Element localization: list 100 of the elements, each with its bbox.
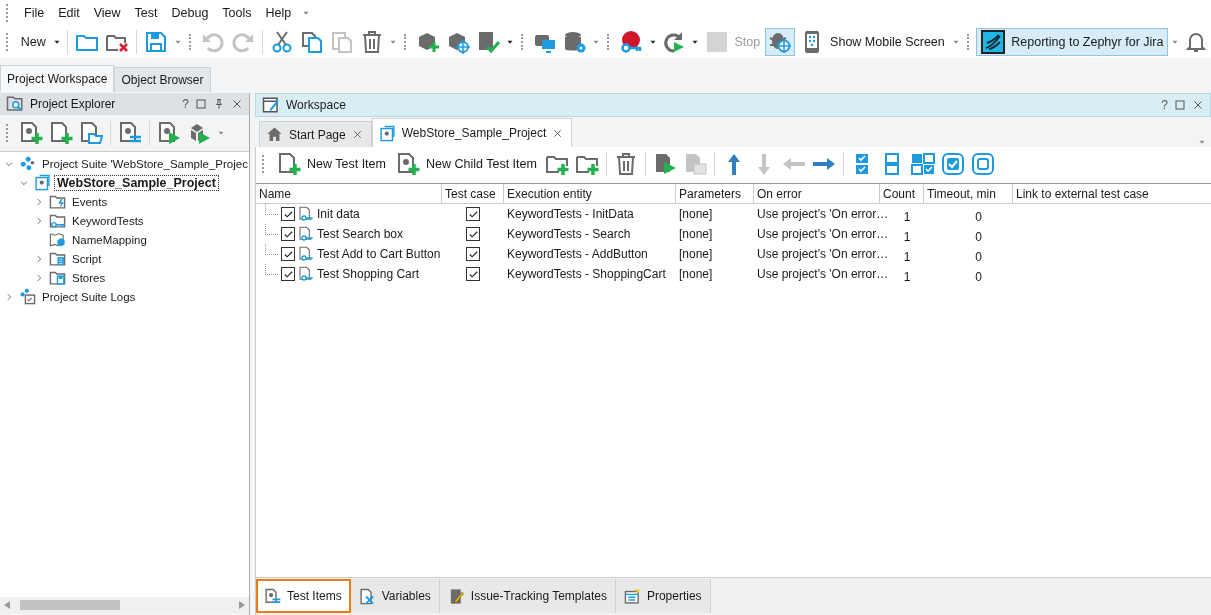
tab-label: WebStore_Sample_Project (401, 126, 547, 140)
column-header[interactable]: Name (256, 184, 442, 203)
tab-label: Issue-Tracking Templates (470, 589, 607, 603)
tab-label: Test Items (287, 589, 342, 603)
table-cell: 1 (903, 230, 911, 244)
zephyr-logo-icon (981, 30, 1006, 54)
column-header[interactable]: Test case (442, 184, 504, 203)
menu-item[interactable]: Help (259, 3, 298, 23)
mobile-screen-button[interactable]: Show Mobile Screen (795, 28, 950, 56)
close-tab-icon[interactable] (552, 127, 564, 139)
column-header[interactable]: Count (880, 184, 924, 203)
table-cell: Init data (317, 207, 360, 221)
keyword-test-icon (298, 266, 314, 282)
table-cell: 0 (975, 250, 982, 264)
table-cell: [none] (679, 247, 713, 261)
checkbox[interactable] (281, 267, 295, 281)
scroll-left-arrow-icon[interactable] (4, 601, 10, 609)
stores-folder-icon (49, 269, 66, 286)
table-cell: KeywordTests - InitData (507, 207, 634, 221)
scroll-right-arrow-icon[interactable] (239, 601, 245, 609)
tree-item[interactable]: Events (69, 194, 111, 209)
variables-icon (358, 587, 376, 605)
tree-item[interactable]: Stores (69, 270, 109, 285)
tree-item[interactable]: Script (69, 251, 105, 266)
help-button[interactable]: ? (182, 97, 189, 111)
new-button[interactable]: New (15, 28, 51, 56)
tab-label: Properties (646, 589, 702, 603)
maximize-icon[interactable] (1174, 99, 1186, 111)
pin-icon[interactable] (213, 98, 225, 110)
tree-item[interactable]: KeywordTests (69, 213, 147, 228)
table-cell: Use project's 'On error… (757, 267, 889, 281)
close-icon[interactable] (231, 98, 243, 110)
keyword-test-icon (298, 206, 314, 222)
maximize-icon[interactable] (195, 98, 207, 110)
stop-icon (706, 31, 729, 53)
table-cell: [none] (679, 227, 713, 241)
checkbox[interactable] (281, 207, 295, 221)
table-cell: 0 (975, 210, 982, 224)
checkbox[interactable] (281, 247, 295, 261)
horizontal-scrollbar[interactable] (0, 597, 249, 613)
table-cell: KeywordTests - Search (507, 227, 631, 241)
tree-item[interactable]: NameMapping (69, 232, 150, 247)
tree-item[interactable]: Project Suite Logs (39, 289, 139, 304)
tree-item[interactable]: Project Suite 'WebStore_Sample_Projec (39, 156, 249, 171)
explorer-icon (6, 95, 24, 113)
bottom-tab[interactable]: Issue-Tracking Templates (439, 579, 616, 613)
new-test-item-button[interactable]: New Test Item (272, 150, 391, 178)
menu-item[interactable]: Test (128, 3, 164, 23)
table-cell: 0 (975, 230, 982, 244)
column-header[interactable]: Parameters (676, 184, 754, 203)
column-header[interactable]: Link to external test case (1013, 184, 1211, 203)
table-cell: Test Add to Cart Button (317, 247, 441, 261)
table-cell: Use project's 'On error… (757, 247, 889, 261)
menu-item[interactable]: View (87, 3, 127, 23)
child-document-add-icon (395, 152, 420, 176)
checkbox[interactable] (466, 227, 480, 241)
bottom-tab[interactable]: Variables (350, 579, 440, 613)
document-tab[interactable]: Start Page (259, 121, 372, 147)
menu-item[interactable]: Edit (52, 3, 86, 23)
key-folder-icon (49, 212, 66, 229)
project-icon (378, 124, 396, 142)
map-icon (49, 231, 66, 248)
bug-target-icon[interactable] (765, 28, 796, 56)
tree-item[interactable]: WebStore_Sample_Project (54, 174, 219, 191)
panel-title: Workspace (286, 98, 347, 112)
column-header[interactable]: On error (754, 184, 880, 203)
new-child-test-item-button[interactable]: New Child Test Item (390, 150, 542, 178)
table-cell: [none] (679, 267, 713, 281)
script-folder-icon (49, 250, 66, 267)
document-tab[interactable]: WebStore_Sample_Project (371, 118, 573, 147)
table-cell: 1 (903, 210, 911, 224)
column-header[interactable]: Timeout, min (924, 184, 1013, 203)
help-button[interactable]: ? (1161, 98, 1168, 112)
checkbox[interactable] (466, 247, 480, 261)
table-cell: KeywordTests - AddButton (507, 247, 648, 261)
menu-item[interactable]: File (18, 3, 51, 23)
menu-item[interactable]: Debug (165, 3, 215, 23)
zephyr-reporting-button[interactable]: Reporting to Zephyr for Jira (976, 28, 1169, 56)
table-cell: Use project's 'On error… (757, 227, 889, 241)
checkbox[interactable] (466, 267, 480, 281)
panel-title: Project Explorer (30, 97, 117, 111)
table-cell: [none] (679, 207, 713, 221)
panel-tab[interactable]: Project Workspace (0, 65, 115, 92)
table-cell: Test Search box (317, 227, 404, 241)
bottom-tab[interactable]: Properties (615, 579, 711, 613)
properties-icon (623, 587, 641, 605)
column-header[interactable]: Execution entity (504, 184, 676, 203)
checkbox[interactable] (281, 227, 295, 241)
project-icon (34, 174, 51, 191)
panel-tab[interactable]: Object Browser (114, 67, 211, 92)
tab-label: Start Page (289, 127, 346, 142)
table-cell: Use project's 'On error… (757, 207, 889, 221)
close-tab-icon[interactable] (351, 129, 363, 140)
close-icon[interactable] (1192, 99, 1204, 111)
home-icon (266, 126, 283, 143)
checkbox[interactable] (466, 207, 480, 221)
menu-item[interactable]: Tools (216, 3, 258, 23)
events-folder-icon (49, 193, 66, 210)
bottom-tab[interactable]: Test Items (256, 579, 351, 613)
tab-label: Variables (381, 589, 431, 603)
